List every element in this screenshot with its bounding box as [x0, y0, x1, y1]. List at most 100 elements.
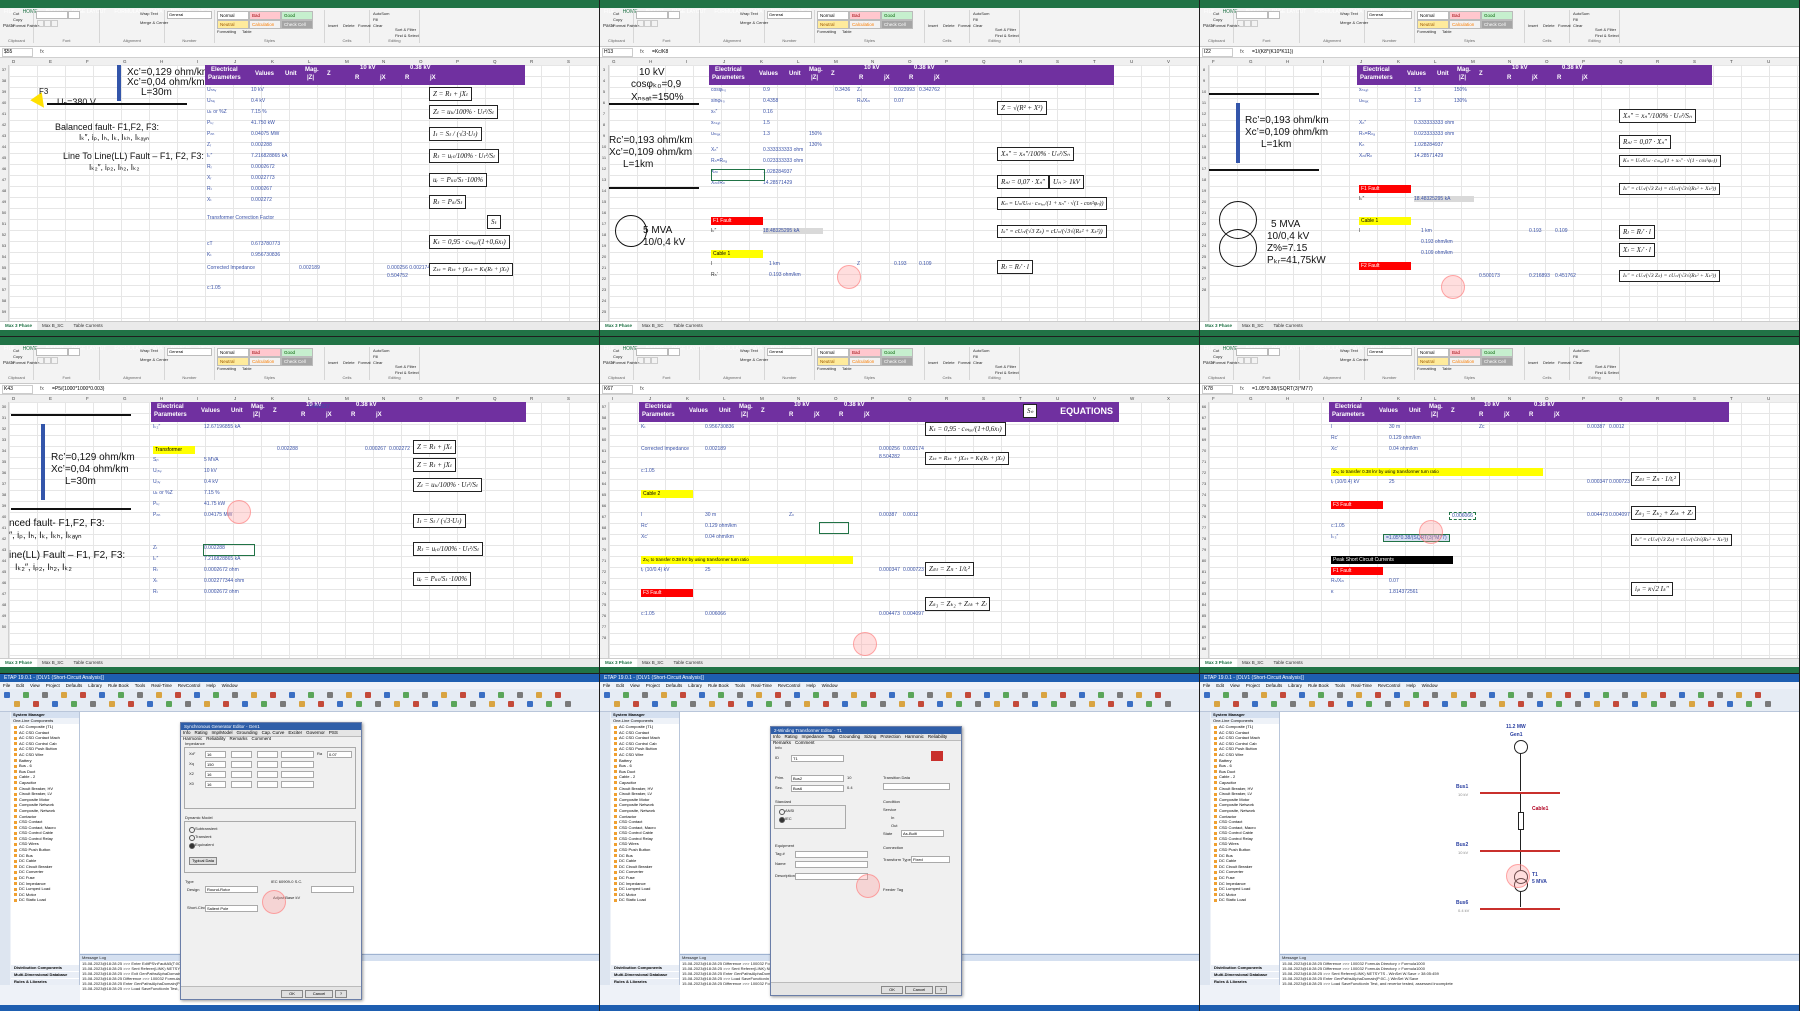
toolbar-icon[interactable]	[146, 701, 153, 707]
row-header[interactable]: 15	[1200, 144, 1208, 149]
row-header[interactable]: 76	[600, 613, 608, 618]
format-painter-button[interactable]: Format Painter	[613, 360, 639, 365]
merge-center-button[interactable]: Merge & Center	[140, 20, 168, 25]
toolbar-icon[interactable]	[1470, 692, 1476, 698]
name-box[interactable]: K43	[2, 385, 33, 394]
toolbar-icon[interactable]	[1441, 701, 1448, 707]
toolbar-icon[interactable]	[908, 692, 914, 698]
row-header[interactable]: 21	[1200, 210, 1208, 215]
font-style-button[interactable]	[1237, 357, 1244, 364]
column-header[interactable]: W	[1130, 395, 1134, 402]
dialog-tab[interactable]: Remarks	[228, 736, 250, 742]
wrap-text-button[interactable]: Wrap Text	[740, 11, 758, 16]
row-header[interactable]: 62	[600, 459, 608, 464]
dialog-tab[interactable]: PSS	[327, 730, 340, 736]
toolbar-icon[interactable]	[1517, 701, 1524, 707]
toolbar-icon[interactable]	[784, 701, 791, 707]
toolbar-icon[interactable]	[1289, 701, 1296, 707]
row-header[interactable]: 27	[1200, 276, 1208, 281]
toolbar-icon[interactable]	[156, 692, 162, 698]
cell-style-calculation[interactable]: Calculation	[249, 20, 281, 29]
column-header[interactable]: U	[1767, 395, 1770, 402]
clear-button[interactable]: Clear	[373, 360, 383, 365]
column-header[interactable]: K	[271, 395, 274, 402]
format-painter-button[interactable]: Format Painter	[13, 360, 39, 365]
etap-menu-item[interactable]: Defaults	[1263, 682, 1286, 689]
column-header[interactable]: R	[530, 58, 533, 65]
sort-filter-button[interactable]: Sort & Filter	[995, 27, 1016, 32]
font-size-select[interactable]	[668, 348, 680, 356]
delete-button[interactable]: Delete	[343, 360, 355, 365]
sheet-tab[interactable]: Max B_SC	[1237, 322, 1269, 330]
row-header[interactable]: 71	[600, 558, 608, 563]
font-style-button[interactable]	[51, 20, 58, 27]
row-header[interactable]: 71	[1200, 459, 1208, 464]
toolbar-icon[interactable]	[860, 701, 867, 707]
row-header[interactable]: 45	[0, 569, 8, 574]
tree-footer-item[interactable]: Rules & Libraries	[11, 979, 79, 985]
impedance-field[interactable]	[281, 771, 314, 778]
column-header[interactable]: E	[49, 395, 52, 402]
toolbar-icon[interactable]	[1261, 692, 1267, 698]
toolbar-icon[interactable]	[1527, 692, 1533, 698]
impedance-field[interactable]: 150	[205, 761, 226, 768]
format-button[interactable]: Format	[358, 23, 371, 28]
row-header[interactable]: 56	[0, 276, 8, 281]
toolbar-icon[interactable]	[1365, 701, 1372, 707]
font-style-button[interactable]	[51, 357, 58, 364]
insert-button[interactable]: Insert	[1528, 23, 1538, 28]
row-header[interactable]: 40	[0, 514, 8, 519]
copy-button[interactable]: Copy	[613, 354, 622, 359]
font-style-button[interactable]	[37, 20, 44, 27]
toolbar-icon[interactable]	[1069, 701, 1076, 707]
wrap-text-button[interactable]: Wrap Text	[140, 11, 158, 16]
column-header[interactable]: V	[1167, 58, 1170, 65]
column-header[interactable]: L	[723, 395, 726, 402]
dialog-tab[interactable]: Comment	[250, 736, 274, 742]
toolbar-icon[interactable]	[365, 692, 371, 698]
cell-style-check_cell[interactable]: Check Cell	[1481, 357, 1513, 366]
column-header[interactable]: R	[1019, 58, 1022, 65]
toolbar-icon[interactable]	[1669, 701, 1676, 707]
find-select-button[interactable]: Find & Select	[1595, 33, 1619, 38]
cut-button[interactable]: Cut	[1213, 11, 1219, 16]
row-header[interactable]: 53	[0, 243, 8, 248]
row-header[interactable]: 18	[1200, 177, 1208, 182]
row-header[interactable]: 50	[0, 210, 8, 215]
row-header[interactable]: 45	[0, 155, 8, 160]
font-style-button[interactable]	[44, 20, 51, 27]
toolbar-icon[interactable]	[1394, 692, 1400, 698]
column-header[interactable]: O	[1545, 58, 1549, 65]
toolbar-icon[interactable]	[1432, 692, 1438, 698]
impedance-field[interactable]	[231, 751, 252, 758]
toolbar-icon[interactable]	[1117, 692, 1123, 698]
column-header[interactable]: J	[723, 58, 725, 65]
toolbar-icon[interactable]	[756, 692, 762, 698]
formula-input[interactable]: =1.05*0.38/(SQRT(3)*M77)	[1252, 384, 1313, 394]
etap-menu-item[interactable]: Help	[203, 682, 218, 689]
toolbar-icon[interactable]	[936, 701, 943, 707]
insert-button[interactable]: Insert	[1528, 360, 1538, 365]
row-header[interactable]: 38	[0, 78, 8, 83]
toolbar-icon[interactable]	[327, 692, 333, 698]
row-header[interactable]: 24	[1200, 243, 1208, 248]
toolbar-icon[interactable]	[1232, 701, 1239, 707]
toolbar-icon[interactable]	[1736, 692, 1742, 698]
column-header[interactable]: H	[1286, 395, 1289, 402]
cancel-button[interactable]: Cancel	[305, 990, 333, 998]
toolbar-icon[interactable]	[927, 692, 933, 698]
toolbar-icon[interactable]	[118, 692, 124, 698]
cell-style-bad[interactable]: Bad	[1449, 11, 1481, 20]
row-header[interactable]: 11	[1200, 100, 1208, 105]
row-header[interactable]: 55	[0, 265, 8, 270]
font-style-button[interactable]	[644, 357, 651, 364]
toolbar-icon[interactable]	[1384, 701, 1391, 707]
toolbar-icon[interactable]	[298, 701, 305, 707]
column-header[interactable]: P	[871, 395, 874, 402]
toolbar-icon[interactable]	[1574, 701, 1581, 707]
fill-button[interactable]: Fill	[973, 17, 978, 22]
formula-input[interactable]: =Kc/K8	[652, 47, 668, 57]
etap-menu-item[interactable]: RevControl	[175, 682, 204, 689]
toolbar-icon[interactable]	[841, 701, 848, 707]
column-header[interactable]: P	[456, 58, 459, 65]
